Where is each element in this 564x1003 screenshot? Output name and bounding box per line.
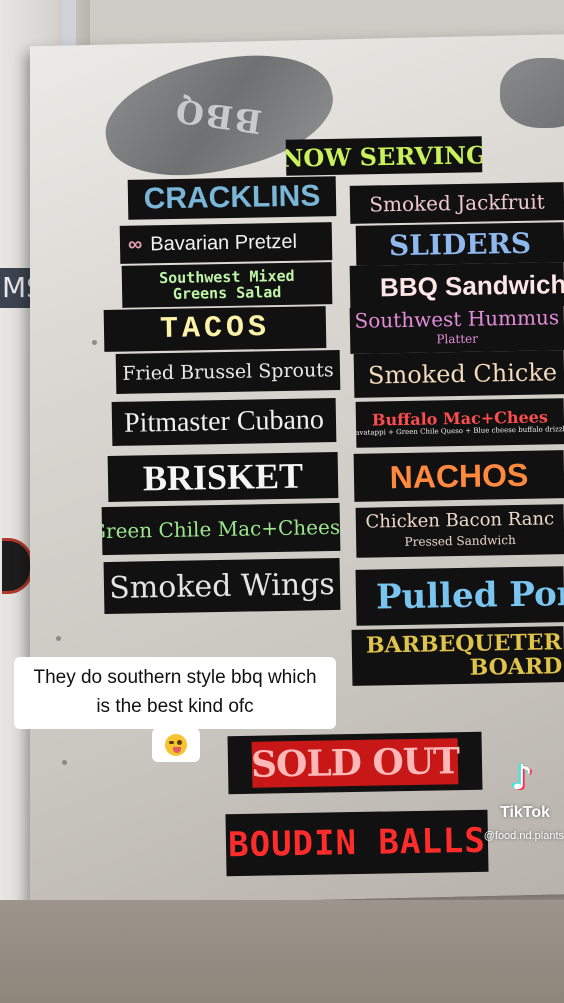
cracklins-sign: CRACKLINS <box>127 176 337 220</box>
fried-brussel-sign: Fried Brussel Sprouts <box>115 350 341 394</box>
board-screw <box>62 760 67 765</box>
tacos-sign: TACOS <box>103 306 327 352</box>
brisket-sign: BRISKET <box>107 451 339 503</box>
hummus-sub: Platter <box>436 331 479 347</box>
bbq-sandwich-sign: BBQ Sandwich <box>349 262 564 310</box>
caption-text: They do southern style bbq which is the … <box>14 657 336 729</box>
southwest-salad-sign: Southwest Mixed Greens Salad <box>121 262 333 308</box>
sold-out-label: SOLD OUT <box>250 738 460 788</box>
pretzel-icon: ∞ <box>127 232 143 256</box>
southwest-line2: Greens Salad <box>172 283 282 303</box>
sliders-sign: SLIDERS <box>355 222 564 266</box>
boudin-balls-sign: BOUDIN BALLS <box>225 809 489 877</box>
winking-face-tongue-icon <box>165 734 187 756</box>
hummus-sign: Southwest Hummus Platter <box>349 304 564 354</box>
green-chile-mac-sign: Green Chile Mac+Cheese <box>101 502 341 556</box>
jackfruit-sign: Smoked Jackfruit <box>349 182 564 224</box>
barbequeter-sign: BARBEQUETER BOARD <box>351 626 564 686</box>
smoked-chicken-sign: Smoked Chicke <box>353 350 564 398</box>
floor <box>0 900 564 1003</box>
barbequeter-sub: BOARD <box>469 653 563 681</box>
board-screw <box>92 340 97 345</box>
tiktok-handle: @food.nd.plants <box>483 830 564 842</box>
pig-sign-partial <box>500 58 564 128</box>
nachos-sign: NACHOS <box>353 450 564 502</box>
board-screw <box>56 636 61 641</box>
now-serving-sign: NOW SERVING <box>285 136 483 176</box>
smoked-wings-sign: Smoked Wings <box>103 557 341 615</box>
buffalo-mac-sign: Buffalo Mac+Chees cavatappi + Green Chil… <box>355 398 564 448</box>
pulled-pork-sign: Pulled Por <box>355 566 564 626</box>
tiktok-brand: TikTok <box>499 804 551 821</box>
sold-out-sign: SOLD OUT <box>227 731 483 795</box>
chicken-bacon-ranch-sign: Chicken Bacon Ranc Pressed Sandwich <box>355 504 564 558</box>
hummus-label: Southwest Hummus <box>354 305 560 333</box>
tiktok-logo-icon: ♪ <box>511 758 533 798</box>
pretzel-label: Bavarian Pretzel <box>150 230 298 255</box>
pretzel-sign: ∞ Bavarian Pretzel <box>119 222 333 264</box>
pitmaster-cubano-sign: Pitmaster Cubano <box>111 398 337 446</box>
chicken-bacon-label: Chicken Bacon Ranc <box>365 508 555 533</box>
chicken-bacon-sub: Pressed Sandwich <box>404 533 516 549</box>
caption-emoji <box>152 728 200 762</box>
